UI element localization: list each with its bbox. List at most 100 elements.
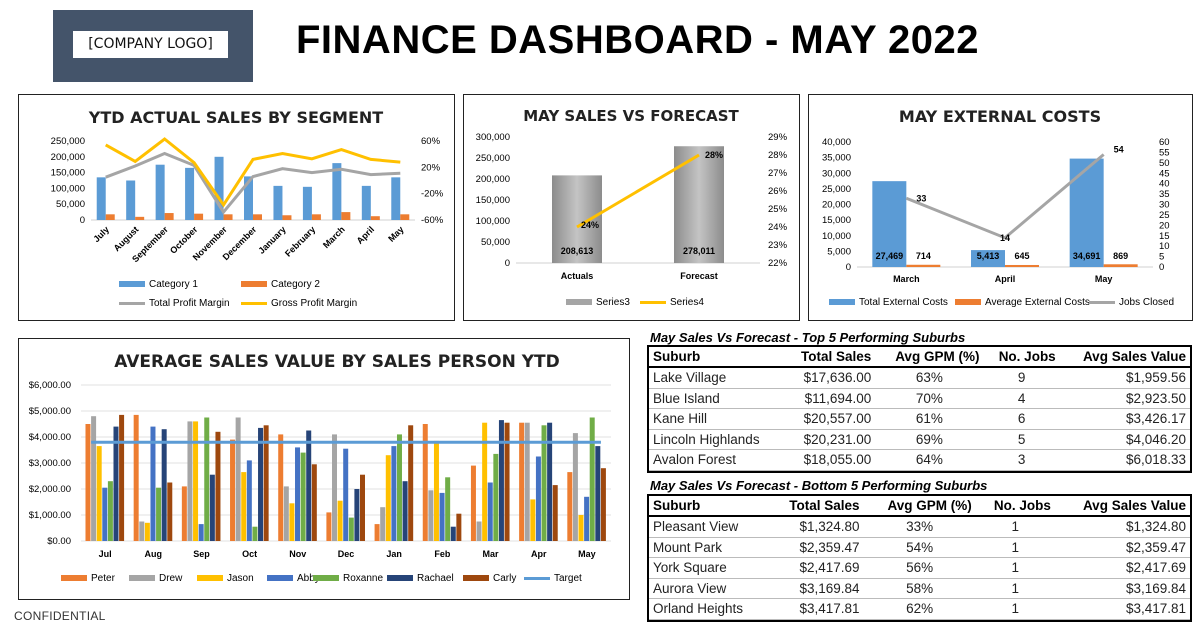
line-data-label: 24% <box>581 220 599 230</box>
bottom-suburbs-table-cell: Pleasant View <box>649 516 769 538</box>
y-tick-label: 35,000 <box>822 153 851 164</box>
y2-tick-label: 20 <box>1159 220 1170 231</box>
bottom-suburbs-caption: May Sales Vs Forecast - Bottom 5 Perform… <box>650 478 988 493</box>
bar-data-label: 714 <box>916 251 931 261</box>
bar-drew <box>524 422 530 541</box>
y2-tick-label: 50 <box>1159 158 1170 169</box>
bar-carly <box>504 422 510 541</box>
bar-drew <box>572 433 578 541</box>
bar-average-external-costs <box>906 264 941 267</box>
bar-abby <box>343 448 349 541</box>
bar-category-2 <box>194 213 204 220</box>
bottom-suburbs-table-row: York Square $2,417.69 56% 1 $2,417.69 <box>649 557 1190 579</box>
legend-swatch-1 <box>61 575 87 581</box>
bar-carly <box>600 468 606 541</box>
legend-label-3: Jason <box>227 573 254 584</box>
y2-tick-label: 26% <box>768 186 788 197</box>
top-suburbs-table-cell: $1,959.56 <box>1059 367 1190 389</box>
bar-roxanne <box>300 452 306 541</box>
bottom-suburbs-table-row: Aurora View $3,169.84 58% 1 $3,169.84 <box>649 578 1190 599</box>
top-suburbs-table-cell: $18,055.00 <box>783 449 876 471</box>
bar-peter <box>278 434 284 541</box>
bottom-suburbs-column-header: Suburb <box>649 496 769 517</box>
bar-roxanne <box>445 477 451 541</box>
bar-jason <box>337 500 343 541</box>
bottom-suburbs-column-header: No. Jobs <box>975 496 1055 517</box>
top-suburbs-table-cell: $20,231.00 <box>783 429 876 450</box>
x-tick-label: Oct <box>242 549 257 559</box>
top-suburbs-table-cell: 61% <box>875 408 984 430</box>
y-tick-label: 0 <box>505 258 510 269</box>
x-tick-label: Forecast <box>680 271 718 281</box>
legend-label-1: Peter <box>91 573 116 584</box>
avg-sales-by-person-panel: AVERAGE SALES VALUE BY SALES PERSON YTD $… <box>18 338 630 600</box>
bar-abby <box>439 492 445 541</box>
bar-category-1 <box>361 185 371 220</box>
top-suburbs-table-cell: 4 <box>983 388 1060 409</box>
bar-carly <box>119 414 125 541</box>
y-tick-label: $2,000.00 <box>29 484 71 495</box>
bar-peter <box>470 465 476 541</box>
y-tick-label: 250,000 <box>476 153 510 164</box>
y2-tick-label: 5 <box>1159 252 1164 263</box>
bar-peter <box>326 512 332 541</box>
top-suburbs-column-header: No. Jobs <box>983 347 1060 368</box>
x-tick-label: Apr <box>531 549 547 559</box>
x-tick-label: August <box>112 224 141 253</box>
bar-carly <box>456 513 462 541</box>
bar-abby <box>150 426 156 541</box>
x-tick-label: Jan <box>386 549 402 559</box>
bar-category-1 <box>185 167 195 220</box>
ytd-sales-by-segment-panel: YTD ACTUAL SALES BY SEGMENT 250,000 200,00… <box>18 94 455 321</box>
bottom-suburbs-table-cell: $2,359.47 <box>768 537 864 558</box>
x-tick-label: April <box>355 224 377 246</box>
top-suburbs-table-cell: 5 <box>983 429 1060 450</box>
bar-rachael <box>450 526 456 541</box>
bar-average-external-costs <box>1005 264 1039 267</box>
top-suburbs-table-cell: $6,018.33 <box>1059 449 1190 471</box>
y-tick-label: $1,000.00 <box>29 510 71 521</box>
bottom-suburbs-table-cell: $3,169.84 <box>768 578 864 599</box>
bottom-suburbs-table-cell: $3,417.81 <box>768 598 864 620</box>
chart-title: MAY EXTERNAL COSTS <box>899 107 1101 126</box>
top-suburbs-table-row: Blue Island $11,694.00 70% 4 $2,923.50 <box>649 388 1190 409</box>
top-suburbs-caption: May Sales Vs Forecast - Top 5 Performing… <box>650 330 966 345</box>
y-tick-label: 250,000 <box>51 136 85 147</box>
bottom-suburbs-column-header: Avg Sales Value <box>1054 496 1190 517</box>
bottom-suburbs-table-cell: $2,417.69 <box>768 557 864 579</box>
legend-label-4: Gross Profit Margin <box>271 298 357 309</box>
bar-peter <box>230 439 236 541</box>
bar-abby <box>391 446 397 541</box>
confidential-label: CONFIDENTIAL <box>14 609 106 623</box>
top-suburbs-table-cell: Lake Village <box>649 367 784 389</box>
x-tick-label: March <box>321 224 347 250</box>
y-tick-label: $4,000.00 <box>29 432 71 443</box>
bar-rachael <box>354 489 360 541</box>
top-suburbs-column-header: Avg GPM (%) <box>875 347 984 368</box>
bar-jason <box>289 503 295 541</box>
bar-category-1 <box>302 186 312 220</box>
y2-tick-label: 27% <box>768 168 788 179</box>
may-sales-vs-forecast-panel: MAY SALES VS FORECAST 300,000 250,000 200,0… <box>463 94 800 321</box>
y-tick-label: 0 <box>80 215 85 226</box>
bar-carly <box>167 482 173 541</box>
legend-swatch-6 <box>387 575 413 581</box>
bottom-suburbs-table-cell: $1,324.80 <box>1054 516 1190 538</box>
legend-label-6: Rachael <box>417 573 454 584</box>
y2-tick-label: 60% <box>421 136 441 147</box>
bar-abby <box>535 456 541 541</box>
bar-category-2 <box>105 214 115 220</box>
bar-data-label: 869 <box>1113 251 1128 261</box>
bar-rachael <box>258 427 264 541</box>
bottom-suburbs-table-cell: 1 <box>975 578 1055 599</box>
y2-tick-label: 45 <box>1159 168 1170 179</box>
company-logo-placeholder: [COMPANY LOGO] <box>53 10 253 82</box>
legend-swatch-5 <box>313 575 339 581</box>
y-tick-label: 10,000 <box>822 231 851 242</box>
bar-category-2 <box>164 213 174 220</box>
bar-category-1 <box>391 177 401 220</box>
x-tick-label: Actuals <box>561 271 594 281</box>
bar-jason <box>96 446 102 541</box>
legend-label-7: Carly <box>493 573 516 584</box>
bar-abby <box>246 460 252 541</box>
